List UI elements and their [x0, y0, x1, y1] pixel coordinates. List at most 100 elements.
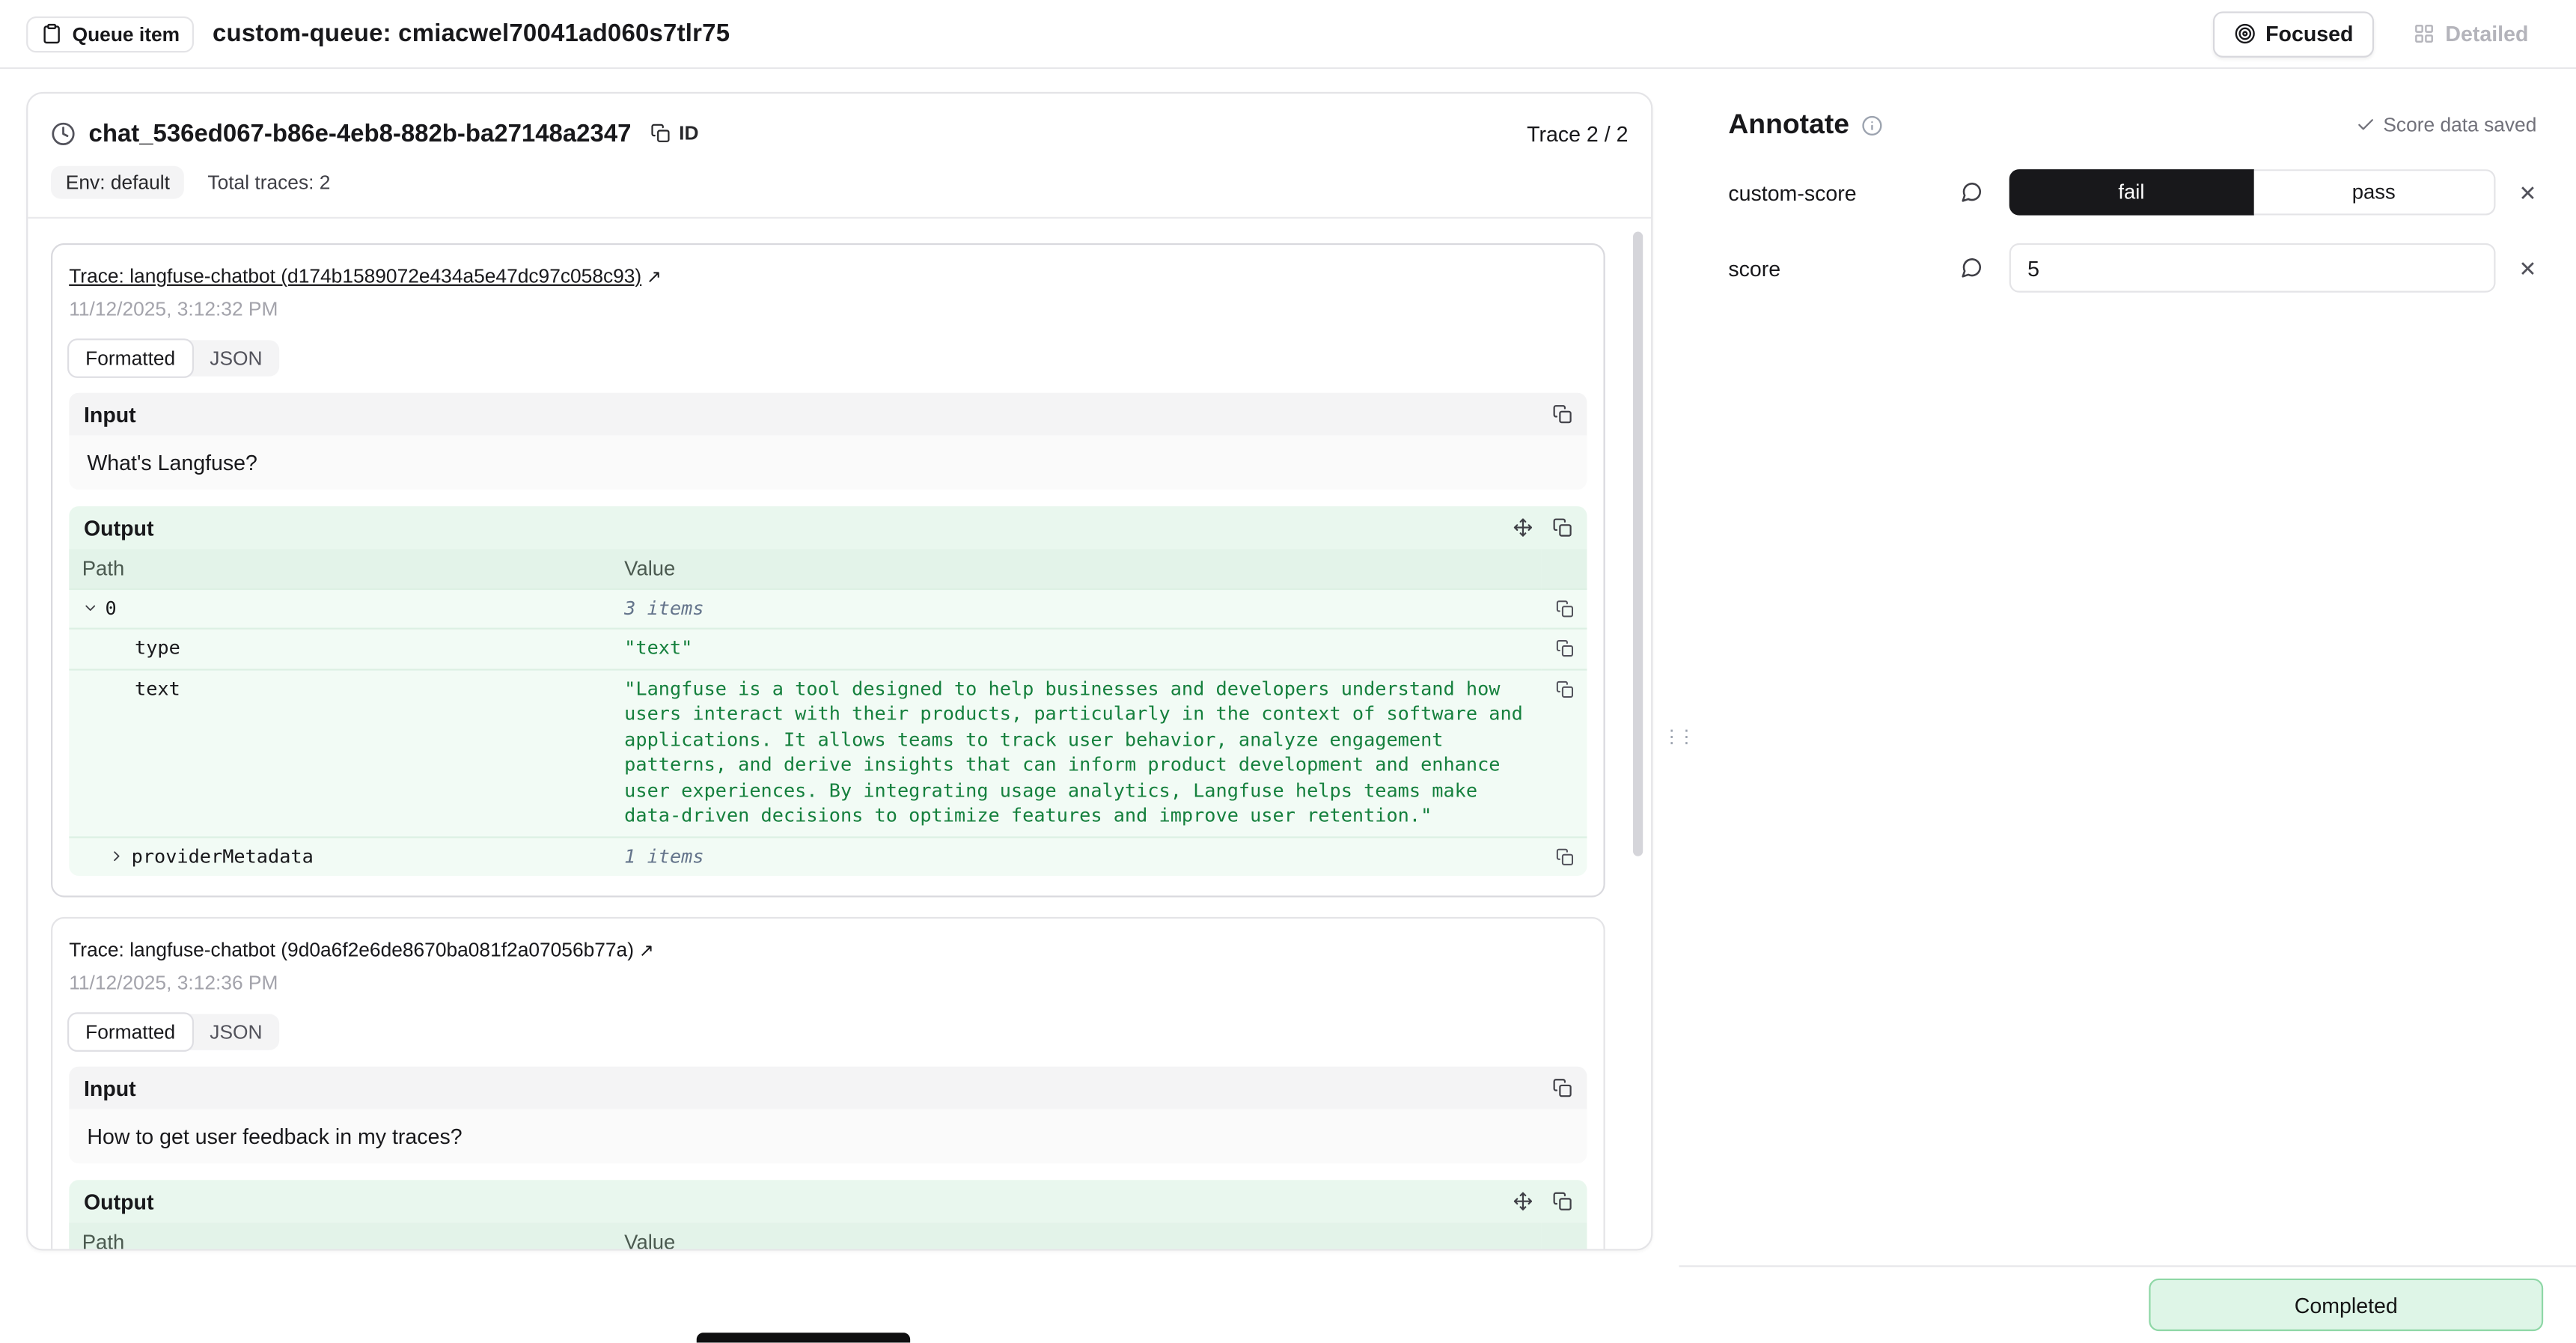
chevron-down-icon: [82, 600, 99, 616]
score-option-fail[interactable]: fail: [2009, 169, 2253, 215]
copy-input-button[interactable]: [1552, 1078, 1572, 1097]
total-traces-label: Total traces: 2: [207, 171, 330, 194]
session-title: chat_536ed067-b86e-4eb8-882b-ba27148a234…: [89, 119, 632, 147]
tab-formatted[interactable]: Formatted: [67, 338, 193, 378]
tab-json[interactable]: JSON: [193, 1014, 278, 1050]
input-value: What's Langfuse?: [69, 436, 1587, 490]
format-tab-group: Formatted JSON: [69, 340, 278, 376]
completed-button[interactable]: Completed: [2149, 1279, 2543, 1331]
score-value-input[interactable]: [2009, 243, 2496, 293]
format-tab-group: Formatted JSON: [69, 1014, 278, 1050]
move-icon: [1513, 517, 1533, 537]
score-row-score: score ✕: [1679, 243, 2576, 293]
copy-row-button[interactable]: [1556, 676, 1574, 701]
copy-output-button[interactable]: [1552, 517, 1572, 537]
queue-item-column: chat_536ed067-b86e-4eb8-882b-ba27148a234…: [0, 69, 1679, 1342]
env-badge: Env: default: [51, 166, 185, 199]
score-name-label: score: [1728, 255, 1960, 280]
input-section: Input How to get user feedback in my tra…: [69, 1067, 1587, 1164]
annotate-panel: Annotate Score data saved custom-score f…: [1679, 69, 2576, 1342]
queue-item-icon: [41, 23, 63, 45]
copy-input-button[interactable]: [1552, 404, 1572, 424]
delete-score-button[interactable]: ✕: [2518, 182, 2536, 204]
trace-card-2: Trace: langfuse-chatbot (9d0a6f2e6de8670…: [51, 917, 1605, 1249]
table-row: 0 3 items: [69, 588, 1587, 629]
trace-panel-header: chat_536ed067-b86e-4eb8-882b-ba27148a234…: [28, 94, 1651, 217]
copy-icon: [1556, 680, 1574, 698]
copy-icon: [1552, 517, 1572, 537]
comment-button[interactable]: [1960, 256, 1983, 279]
categorical-score-control: fail pass: [2009, 169, 2496, 215]
input-value: How to get user feedback in my traces?: [69, 1109, 1587, 1163]
row-key: type: [69, 629, 611, 669]
copy-icon: [1556, 847, 1574, 865]
bottom-dark-bar: [697, 1333, 910, 1342]
copy-row-button[interactable]: [1556, 596, 1574, 621]
score-name-label: custom-score: [1728, 180, 1960, 204]
column-header-value: Value: [611, 549, 1541, 588]
annotate-header: Annotate Score data saved: [1679, 69, 2576, 141]
copy-icon: [1552, 404, 1572, 424]
clock-icon: [51, 121, 76, 145]
copy-row-button[interactable]: [1556, 844, 1574, 869]
output-section: Output Path: [69, 1180, 1587, 1249]
external-link-icon: ↗: [639, 940, 654, 961]
queue-item-chip-label: Queue item: [73, 22, 180, 46]
check-icon: [2355, 115, 2375, 135]
chevron-right-icon: [109, 848, 125, 865]
grid-icon: [2414, 23, 2436, 45]
comment-bubble-icon: [1960, 256, 1983, 279]
copy-icon: [1552, 1078, 1572, 1097]
save-status: Score data saved: [2355, 113, 2536, 136]
column-header-path: Path: [69, 549, 611, 588]
annotate-title: Annotate: [1728, 109, 1849, 141]
output-json-table: Path Value 0 3 items: [69, 1222, 1587, 1249]
output-section-title: Output: [84, 1189, 154, 1213]
info-icon[interactable]: [1861, 115, 1882, 136]
input-section-title: Input: [84, 1076, 136, 1100]
trace-link[interactable]: Trace: langfuse-chatbot (9d0a6f2e6de8670…: [69, 938, 654, 961]
trace-link[interactable]: Trace: langfuse-chatbot (d174b1589072e43…: [69, 264, 662, 287]
delete-score-button[interactable]: ✕: [2518, 258, 2536, 279]
copy-icon: [1556, 639, 1574, 657]
copy-id-button[interactable]: [651, 124, 671, 143]
page-title: custom-queue: cmiacwel70041ad060s7tlr75: [213, 19, 730, 47]
comment-button[interactable]: [1960, 180, 1983, 204]
table-row: text "Langfuse is a tool designed to hel…: [69, 669, 1587, 836]
expand-output-button[interactable]: [1513, 1192, 1533, 1211]
copy-output-button[interactable]: [1552, 1192, 1572, 1211]
trace-list-scroll-area: Trace: langfuse-chatbot (d174b1589072e43…: [28, 219, 1651, 1249]
queue-item-chip: Queue item: [26, 16, 195, 52]
id-label: ID: [679, 121, 698, 144]
score-option-pass[interactable]: pass: [2253, 169, 2496, 215]
focused-view-button[interactable]: Focused: [2213, 10, 2375, 56]
top-bar: Queue item custom-queue: cmiacwel70041ad…: [0, 0, 2576, 69]
output-section: Output Path: [69, 506, 1587, 876]
table-row: type "text": [69, 629, 1587, 669]
row-value: 3 items: [611, 588, 1541, 629]
input-section-title: Input: [84, 402, 136, 427]
score-row-custom-score: custom-score fail pass ✕: [1679, 169, 2576, 215]
detailed-view-button[interactable]: Detailed: [2393, 10, 2550, 56]
move-icon: [1513, 1192, 1533, 1211]
column-header-value: Value: [611, 1222, 1541, 1249]
output-json-table: Path Value 0 3 items: [69, 549, 1587, 876]
trace-timestamp: 11/12/2025, 3:12:36 PM: [69, 971, 1587, 994]
tab-json[interactable]: JSON: [193, 340, 278, 376]
output-section-title: Output: [84, 515, 154, 540]
row-value: "Langfuse is a tool designed to help bus…: [611, 669, 1541, 836]
tab-formatted[interactable]: Formatted: [67, 1012, 193, 1052]
trace-counter: Trace 2 / 2: [1527, 121, 1628, 145]
input-section: Input What's Langfuse?: [69, 393, 1587, 490]
save-status-label: Score data saved: [2383, 113, 2536, 136]
annotate-footer: Completed: [1679, 1265, 2576, 1342]
scrollbar-thumb[interactable]: [1633, 232, 1643, 856]
row-value: 1 items: [611, 836, 1541, 876]
copy-row-button[interactable]: [1556, 636, 1574, 662]
trace-panel: chat_536ed067-b86e-4eb8-882b-ba27148a234…: [26, 92, 1652, 1251]
app-root: Queue item custom-queue: cmiacwel70041ad…: [0, 0, 2576, 1342]
expand-output-button[interactable]: [1513, 517, 1533, 537]
column-header-path: Path: [69, 1222, 611, 1249]
copy-icon: [1556, 599, 1574, 617]
detailed-view-label: Detailed: [2445, 22, 2528, 46]
